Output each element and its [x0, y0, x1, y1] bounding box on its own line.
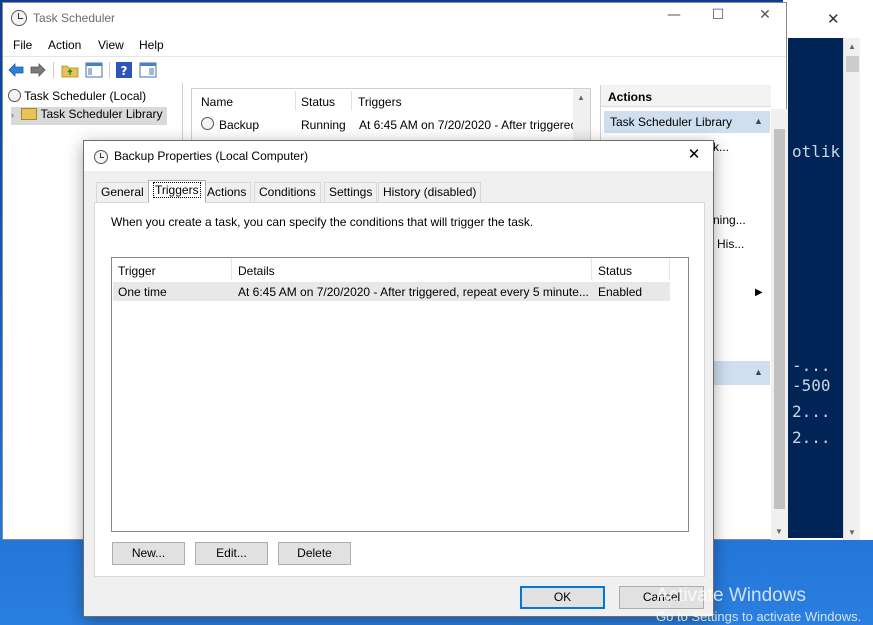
scroll-up-icon[interactable]: ▲	[848, 42, 856, 51]
tab-general[interactable]: General	[96, 182, 149, 202]
trigger-details: At 6:45 AM on 7/20/2020 - After triggere…	[238, 285, 589, 299]
powershell-console[interactable]: otlik -... -500 2... 2...	[788, 38, 843, 538]
column-separator	[591, 258, 592, 280]
properties-dialog: Backup Properties (Local Computer) ✕ Gen…	[83, 140, 714, 617]
task-name: Backup	[219, 118, 260, 132]
close-button[interactable]: ✕	[750, 7, 780, 27]
tree-item-library[interactable]: › Task Scheduler Library	[11, 107, 167, 125]
activation-watermark-title: Activate Windows	[656, 585, 806, 606]
svg-text:?: ?	[121, 64, 128, 78]
menu-file[interactable]: File	[13, 38, 32, 52]
column-separator	[231, 258, 232, 280]
table-row[interactable]: Backup Running At 6:45 AM on 7/20/2020 -…	[193, 115, 573, 134]
new-trigger-button[interactable]: New...	[112, 542, 185, 565]
dialog-close-button[interactable]: ✕	[681, 145, 707, 167]
window-title: Task Scheduler	[33, 11, 116, 25]
edit-trigger-button[interactable]: Edit...	[195, 542, 268, 565]
collapse-up-icon[interactable]: ▲	[754, 116, 763, 126]
tree-item-root[interactable]: Task Scheduler (Local)	[8, 89, 146, 107]
show-hide-action-pane-icon[interactable]	[139, 61, 157, 79]
title-bar[interactable]: Task Scheduler — ☐ ✕	[3, 3, 786, 33]
clock-icon	[201, 117, 214, 130]
console-text: 2...	[792, 428, 831, 447]
task-list: Name Status Triggers Backup Running At 6…	[191, 88, 591, 149]
powershell-scrollbar[interactable]: ▲ ▼	[843, 38, 860, 540]
column-header-triggers[interactable]: Triggers	[358, 95, 402, 109]
actions-scrollbar[interactable]: ▼	[771, 109, 788, 540]
folder-icon	[21, 108, 38, 120]
action-item[interactable]: ning...	[713, 213, 746, 227]
menu-action[interactable]: Action	[48, 38, 81, 52]
tab-triggers[interactable]: Triggers	[148, 180, 206, 203]
column-header-details[interactable]: Details	[238, 264, 275, 278]
column-separator	[351, 91, 352, 111]
forward-arrow-icon[interactable]	[29, 61, 47, 79]
back-arrow-icon[interactable]	[7, 61, 25, 79]
help-icon[interactable]: ?	[115, 61, 133, 79]
console-text: -500	[792, 376, 831, 395]
actions-section-library[interactable]: Task Scheduler Library ▲	[604, 111, 770, 133]
column-header-status[interactable]: Status	[301, 95, 335, 109]
console-text: 2...	[792, 402, 831, 421]
column-header-trigger[interactable]: Trigger	[118, 264, 156, 278]
folder-up-icon[interactable]	[61, 61, 79, 79]
action-item[interactable]: His...	[717, 237, 744, 251]
dialog-title: Backup Properties (Local Computer)	[114, 149, 309, 163]
action-item[interactable]: k...	[713, 140, 729, 154]
chevron-right-icon[interactable]: ›	[11, 110, 14, 120]
activation-watermark-subtitle: Go to Settings to activate Windows.	[656, 609, 862, 624]
toolbar-separator	[53, 62, 54, 78]
menu-bar: File Action View Help	[3, 35, 786, 55]
console-text: -...	[792, 356, 831, 375]
maximize-button[interactable]: ☐	[703, 7, 733, 27]
powershell-close-button[interactable]: ✕	[827, 10, 840, 28]
submenu-arrow-icon[interactable]: ▶	[755, 287, 763, 298]
tab-history[interactable]: History (disabled)	[378, 182, 482, 202]
column-separator	[295, 91, 296, 111]
scrollbar-thumb[interactable]	[774, 129, 785, 509]
clock-icon	[8, 89, 21, 102]
tab-conditions[interactable]: Conditions	[254, 182, 321, 202]
scroll-down-icon[interactable]: ▼	[848, 528, 856, 537]
toolbar: ?	[3, 56, 786, 82]
column-header-name[interactable]: Name	[201, 95, 233, 109]
powershell-window: ✕ otlik -... -500 2... 2... ▲ ▼	[783, 0, 873, 540]
task-status: Running	[301, 118, 346, 132]
minimize-button[interactable]: —	[659, 7, 689, 27]
delete-trigger-button[interactable]: Delete	[278, 542, 351, 565]
tab-actions[interactable]: Actions	[202, 182, 252, 202]
triggers-description: When you create a task, you can specify …	[111, 215, 534, 229]
triggers-list[interactable]: Trigger Details Status One time At 6:45 …	[111, 257, 689, 532]
column-header-status[interactable]: Status	[598, 264, 632, 278]
triggers-panel: When you create a task, you can specify …	[94, 202, 705, 577]
toolbar-separator	[109, 62, 110, 78]
menu-help[interactable]: Help	[139, 38, 164, 52]
console-text: otlik	[792, 142, 841, 161]
ok-button[interactable]: OK	[520, 586, 605, 609]
dialog-title-bar[interactable]: Backup Properties (Local Computer) ✕	[84, 141, 713, 171]
table-row[interactable]: One time At 6:45 AM on 7/20/2020 - After…	[113, 282, 670, 301]
show-hide-tree-icon[interactable]	[85, 61, 103, 79]
scroll-down-icon[interactable]: ▼	[775, 527, 783, 536]
trigger-status: Enabled	[598, 285, 643, 299]
clock-icon	[94, 150, 108, 164]
collapse-up-icon[interactable]: ▲	[754, 367, 763, 377]
menu-view[interactable]: View	[98, 38, 124, 52]
task-triggers: At 6:45 AM on 7/20/2020 - After triggere…	[359, 118, 573, 132]
tab-settings[interactable]: Settings	[324, 182, 378, 202]
actions-header: Actions	[601, 85, 771, 107]
column-separator	[669, 258, 670, 280]
trigger-type: One time	[118, 285, 167, 299]
clock-icon	[11, 10, 27, 26]
scroll-up-icon[interactable]: ▲	[577, 93, 585, 102]
scrollbar-thumb[interactable]	[846, 56, 859, 72]
